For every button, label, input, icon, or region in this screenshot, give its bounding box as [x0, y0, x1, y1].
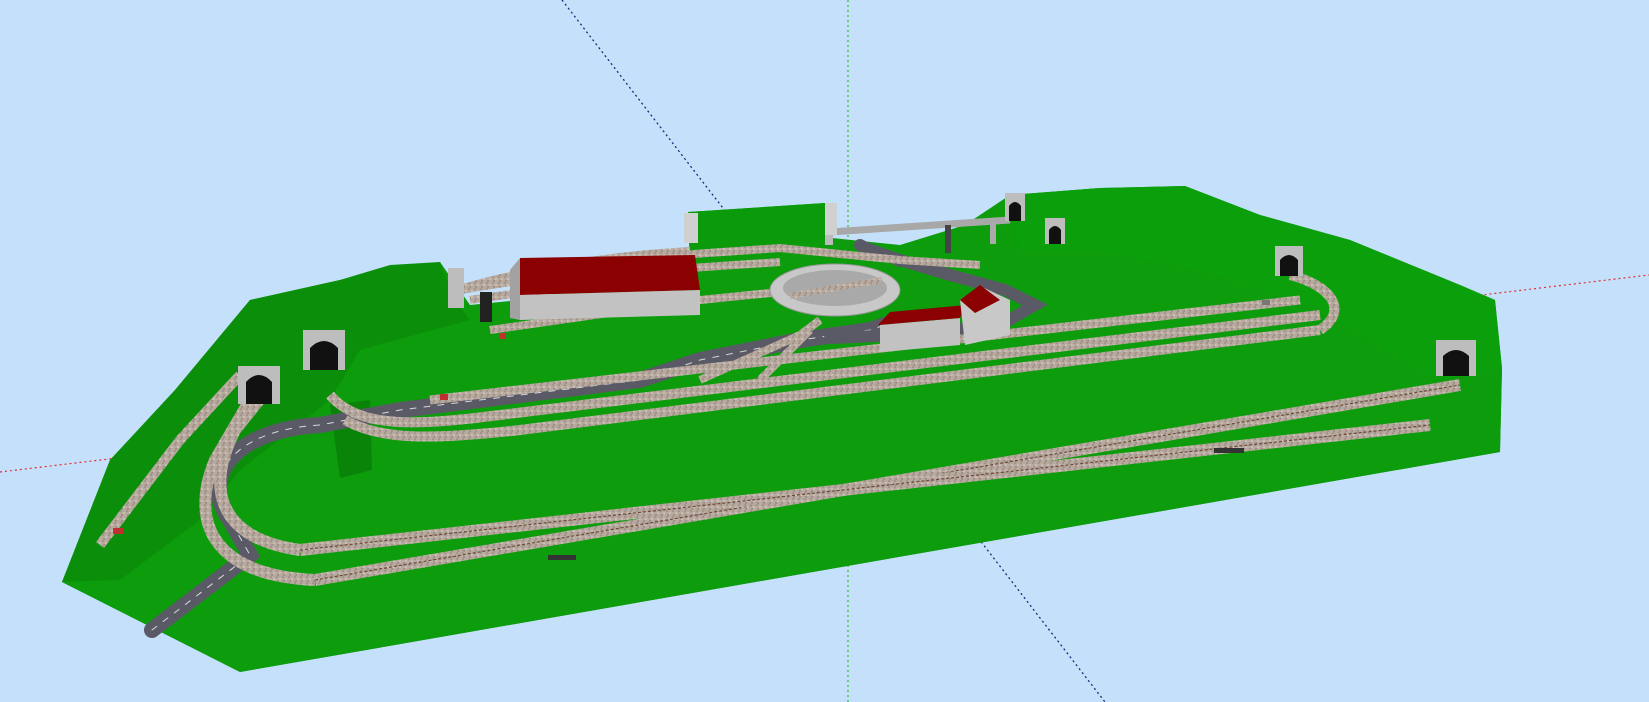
tunnel-portal-2 — [303, 330, 345, 370]
tunnel-portal-5 — [1045, 218, 1065, 244]
tunnel-portal-6 — [1005, 193, 1025, 221]
tunnel-portal-1 — [238, 366, 280, 404]
building-engine-shed — [510, 255, 700, 320]
turntable — [769, 263, 901, 317]
tunnel-portal-3 — [1436, 340, 1476, 376]
3d-viewport[interactable] — [0, 0, 1649, 702]
tunnel-portal-4 — [1275, 246, 1303, 276]
scene-canvas — [0, 0, 1649, 702]
